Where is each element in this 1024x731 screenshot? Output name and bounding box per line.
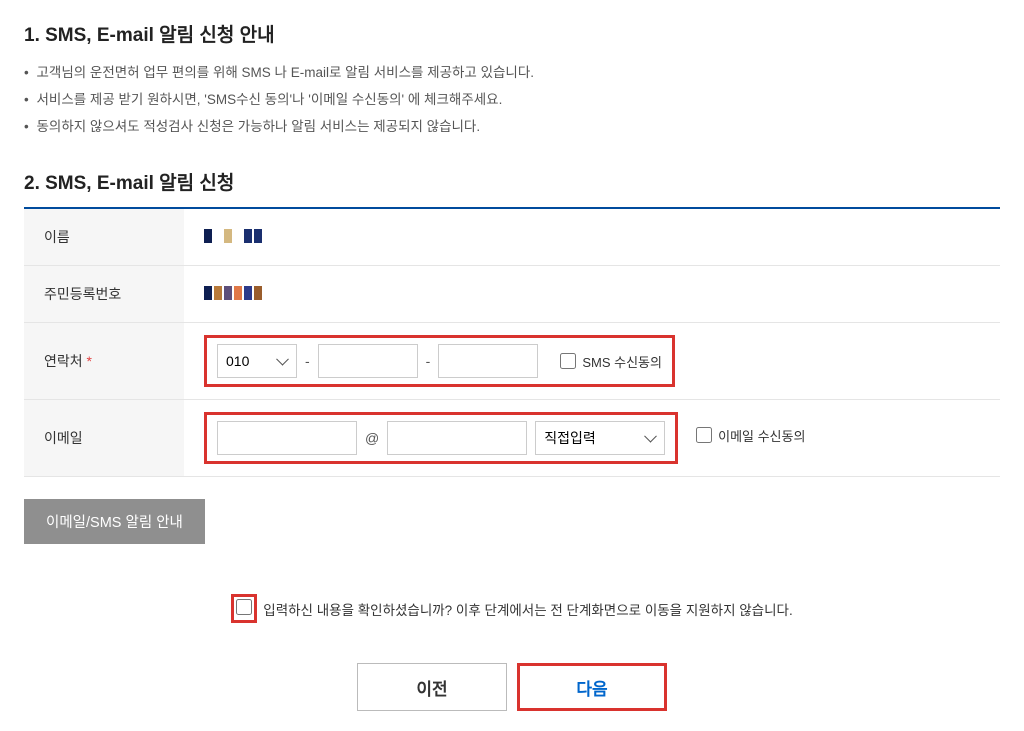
prev-button[interactable]: 이전: [357, 663, 507, 711]
separator: -: [305, 353, 310, 369]
bullet-item: 동의하지 않으셔도 적성검사 신청은 가능하나 알림 서비스는 제공되지 않습니…: [24, 113, 1000, 140]
phone-label-text: 연락처: [44, 353, 83, 369]
form-table: 이름 주민등록번호 연락처 * 010 -: [24, 209, 1000, 477]
email-consent-wrap[interactable]: 이메일 수신동의: [696, 426, 805, 445]
value-phone: 010 - - SMS 수신동의: [184, 323, 1000, 400]
email-consent-checkbox[interactable]: [696, 427, 712, 443]
email-domain-select-wrap: 직접입력: [535, 421, 665, 455]
email-consent-label: 이메일 수신동의: [718, 426, 805, 445]
required-mark: *: [87, 353, 92, 369]
nav-buttons: 이전 다음: [24, 663, 1000, 711]
email-local-input[interactable]: [217, 421, 357, 455]
phone-part1-input[interactable]: [318, 344, 418, 378]
confirm-text: 입력하신 내용을 확인하셨습니까? 이후 단계에서는 전 단계화면으로 이동을 …: [263, 599, 792, 619]
phone-part2-input[interactable]: [438, 344, 538, 378]
at-sign: @: [365, 430, 379, 446]
value-rrn: [184, 266, 1000, 323]
label-email: 이메일: [24, 400, 184, 477]
phone-prefix-select[interactable]: 010: [217, 344, 297, 378]
separator: -: [426, 353, 431, 369]
email-highlight: @ 직접입력: [204, 412, 678, 464]
label-name: 이름: [24, 209, 184, 266]
email-domain-input[interactable]: [387, 421, 527, 455]
sms-consent-checkbox[interactable]: [560, 353, 576, 369]
label-rrn: 주민등록번호: [24, 266, 184, 323]
section1-title: 1. SMS, E-mail 알림 신청 안내: [24, 20, 1000, 47]
redacted-name: [204, 229, 262, 243]
value-name: [184, 209, 1000, 266]
email-domain-select[interactable]: 직접입력: [535, 421, 665, 455]
confirm-row: 입력하신 내용을 확인하셨습니까? 이후 단계에서는 전 단계화면으로 이동을 …: [24, 594, 1000, 623]
sms-consent-wrap[interactable]: SMS 수신동의: [560, 352, 662, 371]
bullet-item: 고객님의 운전면허 업무 편의를 위해 SMS 나 E-mail로 알림 서비스…: [24, 59, 1000, 86]
phone-highlight: 010 - - SMS 수신동의: [204, 335, 675, 387]
confirm-checkbox-highlight: [231, 594, 257, 623]
redacted-rrn: [204, 286, 262, 300]
sms-consent-label: SMS 수신동의: [582, 352, 662, 371]
info-button[interactable]: 이메일/SMS 알림 안내: [24, 499, 205, 544]
bullet-item: 서비스를 제공 받기 원하시면, 'SMS수신 동의'나 '이메일 수신동의' …: [24, 86, 1000, 113]
confirm-checkbox[interactable]: [236, 599, 252, 615]
section1-bullets: 고객님의 운전면허 업무 편의를 위해 SMS 나 E-mail로 알림 서비스…: [24, 59, 1000, 140]
value-email: @ 직접입력 이메일 수신동의: [184, 400, 1000, 477]
section2-title: 2. SMS, E-mail 알림 신청: [24, 168, 1000, 195]
phone-prefix-wrap: 010: [217, 344, 297, 378]
next-button[interactable]: 다음: [517, 663, 667, 711]
label-phone: 연락처 *: [24, 323, 184, 400]
